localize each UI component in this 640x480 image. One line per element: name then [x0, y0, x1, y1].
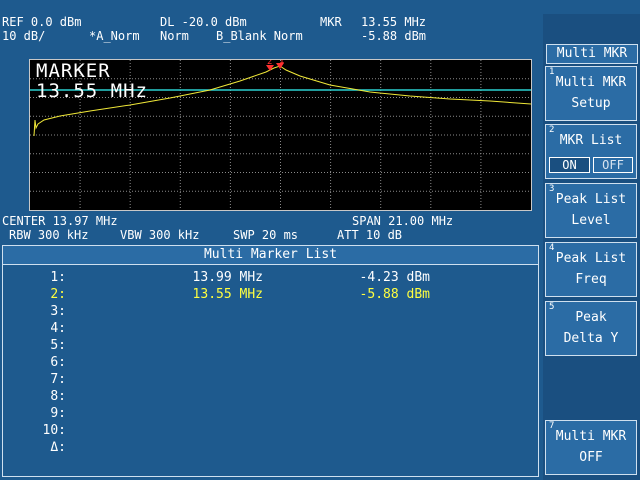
marker-index: 7: [50, 372, 66, 387]
marker-index: 8: [50, 389, 66, 404]
marker-index: 9: [50, 406, 66, 421]
peak-list-level-softkey[interactable]: 3 Peak List Level [545, 183, 637, 238]
marker-2-id: 2 [267, 60, 272, 67]
marker-list-row: 6: [3, 354, 538, 371]
softkey-label-sub: Freq [575, 272, 607, 287]
multi-marker-list-title: Multi Marker List [3, 246, 538, 265]
marker-label: MKR [320, 15, 342, 29]
trace-b-label: B_Blank Norm [216, 29, 303, 43]
softkey-label-sub: OFF [579, 450, 603, 465]
trace-a-label: *A_Norm [89, 29, 140, 43]
softkey-label: MKR List [559, 133, 623, 148]
marker-list-row: 8: [3, 388, 538, 405]
toggle-off-option[interactable]: OFF [593, 157, 633, 173]
marker-frequency: 13.99 MHz [192, 270, 263, 285]
softkey-label-sub: Delta Y [563, 331, 619, 346]
peak-list-freq-softkey[interactable]: 4 Peak List Freq [545, 242, 637, 297]
marker-index: 10: [42, 423, 66, 438]
sweep-label: SWP 20 ms [233, 228, 299, 242]
softkey-label: Peak List [555, 192, 627, 207]
marker-index: 6: [50, 355, 66, 370]
marker-list-row: 5: [3, 337, 538, 354]
marker-value: 13.55 MHz [36, 80, 148, 102]
marker-level: -4.23 dBm [359, 270, 430, 285]
marker-index: Δ: [50, 440, 66, 455]
marker-list-row: Δ: [3, 439, 538, 456]
multi-marker-list-panel: Multi Marker List 1: 13.99 MHz -4.23 dBm 2:… [2, 245, 539, 477]
multi-mkr-off-softkey[interactable]: 7 Multi MKR OFF [545, 420, 637, 475]
rbw-label: RBW 300 kHz [9, 228, 89, 242]
marker-level-readout: -5.88 dBm [361, 29, 427, 43]
marker-index: 4: [50, 321, 66, 336]
display-line-label: DL -20.0 dBm [160, 15, 247, 29]
mkr-list-toggle[interactable]: ON OFF [549, 157, 633, 173]
softkey-label: Multi MKR [555, 429, 627, 444]
marker-list-row: 7: [3, 371, 538, 388]
attenuation-label: ATT 10 dB [337, 228, 403, 242]
marker-frequency: 13.55 MHz [192, 287, 263, 302]
scale-label: 10 dB/ [2, 29, 46, 43]
marker-level: -5.88 dBm [359, 287, 430, 302]
marker-list-row: 4: [3, 320, 538, 337]
mkr-list-softkey[interactable]: 2 MKR List ON OFF [545, 124, 637, 179]
marker-freq-readout: 13.55 MHz [361, 15, 427, 29]
marker-list-row: 9: [3, 405, 538, 422]
vbw-label: VBW 300 kHz [120, 228, 200, 242]
marker-list-row: 3: [3, 303, 538, 320]
marker-1-id: 1 [279, 60, 284, 66]
softkey-label-sub: Level [571, 213, 611, 228]
ref-level-label: REF 0.0 dBm [2, 15, 82, 29]
marker-list-row: 1: 13.99 MHz -4.23 dBm [3, 269, 538, 286]
softkey-label: Peak [575, 310, 607, 325]
marker-list-row: 10: [3, 422, 538, 439]
marker-index: 3: [50, 304, 66, 319]
center-freq-label: CENTER 13.97 MHz [2, 214, 118, 228]
softkey-menu-title: Multi MKR [546, 44, 638, 64]
marker-index: 1: [50, 270, 66, 285]
marker-title: MARKER [36, 60, 111, 82]
peak-delta-y-softkey[interactable]: 5 Peak Delta Y [545, 301, 637, 356]
softkey-label: Peak List [555, 251, 627, 266]
marker-index: 2: [50, 287, 66, 302]
marker-list-row: 2: 13.55 MHz -5.88 dBm [3, 286, 538, 303]
softkey-label-sub: Setup [571, 96, 611, 111]
trace-a-mode-label: Norm [160, 29, 189, 43]
toggle-on-option[interactable]: ON [549, 157, 590, 173]
multi-mkr-setup-softkey[interactable]: 1 Multi MKR Setup [545, 66, 637, 121]
softkey-label: Multi MKR [555, 75, 627, 90]
span-label: SPAN 21.00 MHz [352, 214, 454, 228]
marker-index: 5: [50, 338, 66, 353]
